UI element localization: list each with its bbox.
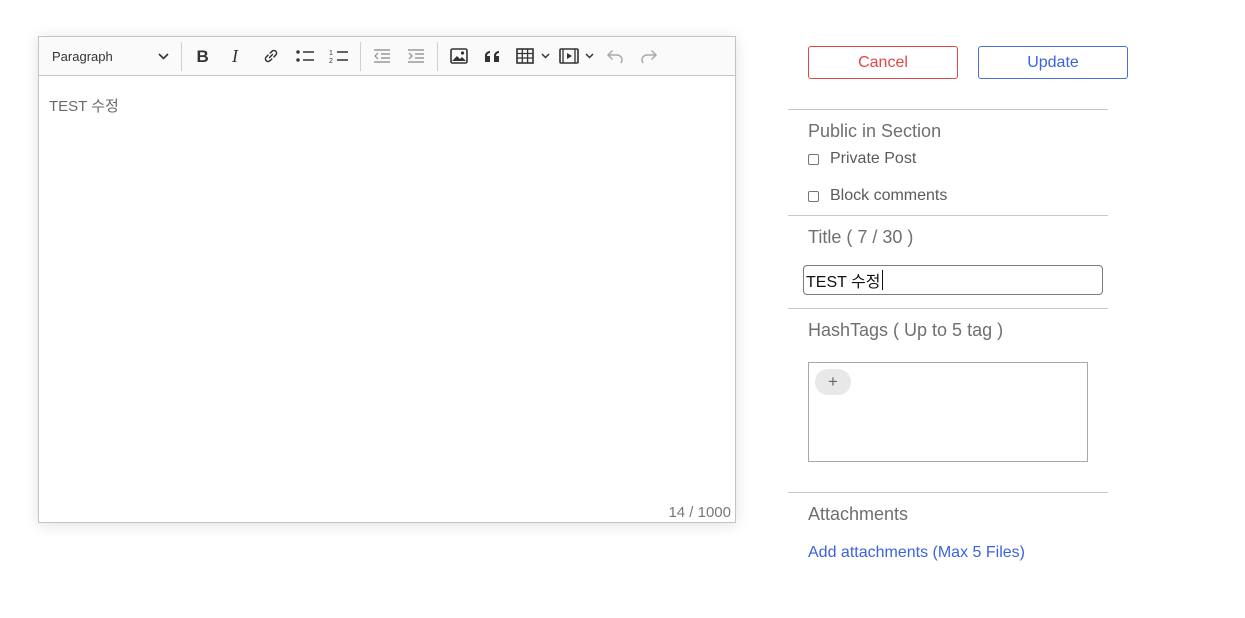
link-icon (264, 49, 278, 63)
outdent-button[interactable] (367, 41, 397, 71)
block-format-label: Paragraph (52, 48, 113, 64)
svg-text:1: 1 (329, 50, 333, 57)
character-counter: 14 / 1000 (668, 504, 731, 521)
chevron-down-icon (540, 53, 550, 59)
svg-text:B: B (197, 47, 209, 66)
title-label: Title ( 7 / 30 ) (808, 227, 914, 247)
toolbar-divider (360, 41, 361, 71)
title-input-value: TEST 수정 (806, 274, 881, 291)
image-icon (450, 48, 468, 64)
private-post-label: Private Post (830, 150, 917, 167)
insert-image-button[interactable] (444, 41, 474, 71)
insert-table-button[interactable] (512, 41, 552, 71)
undo-icon (606, 50, 623, 63)
editor-toolbar: Paragraph B I 12 (39, 37, 735, 76)
table-button[interactable] (512, 41, 538, 71)
bulleted-list-button[interactable] (290, 41, 320, 71)
table-icon (516, 48, 534, 64)
hashtags-label: HashTags ( Up to 5 tag ) (808, 320, 1004, 340)
redo-icon (641, 50, 658, 63)
outdent-icon (374, 49, 390, 63)
bold-icon: B (197, 47, 209, 66)
chevron-down-icon (584, 53, 594, 59)
numbered-list-icon: 12 (329, 50, 348, 65)
block-comments-option[interactable]: Block comments (808, 187, 947, 205)
media-icon (559, 48, 579, 64)
add-attachments-link[interactable]: Add attachments (Max 5 Files) (808, 544, 1025, 562)
rich-text-editor: Paragraph B I 12 TEST 수정 14 / 1000 (38, 36, 736, 523)
block-format-dropdown[interactable]: Paragraph (45, 41, 177, 71)
visibility-heading: Public in Section (808, 121, 942, 141)
italic-button[interactable]: I (222, 41, 252, 71)
toolbar-divider (437, 41, 438, 71)
title-input[interactable]: TEST 수정 (803, 265, 1103, 295)
editor-content-area[interactable]: TEST 수정 (39, 76, 735, 135)
blockquote-button[interactable] (478, 41, 508, 71)
indent-icon (408, 49, 424, 63)
svg-text:2: 2 (329, 58, 333, 65)
editor-content-text: TEST 수정 (49, 98, 119, 115)
chevron-down-icon (158, 52, 169, 60)
add-hashtag-button[interactable]: + (815, 369, 851, 395)
divider (788, 109, 1108, 110)
bold-button[interactable]: B (188, 41, 218, 71)
divider (788, 308, 1108, 309)
attachments-label: Attachments (808, 504, 909, 524)
block-comments-label: Block comments (830, 187, 948, 204)
private-post-checkbox[interactable] (808, 153, 819, 165)
media-button[interactable] (556, 41, 582, 71)
undo-button[interactable] (600, 41, 630, 71)
divider (788, 492, 1108, 493)
indent-button[interactable] (401, 41, 431, 71)
insert-media-button[interactable] (556, 41, 596, 71)
table-dropdown-arrow[interactable] (538, 41, 552, 71)
bulleted-list-icon (296, 50, 314, 62)
svg-text:I: I (231, 46, 239, 66)
divider (788, 215, 1108, 216)
media-dropdown-arrow[interactable] (582, 41, 596, 71)
numbered-list-button[interactable]: 12 (324, 41, 354, 71)
block-comments-checkbox[interactable] (808, 190, 819, 202)
update-button[interactable]: Update (978, 46, 1128, 79)
italic-icon: I (231, 46, 239, 66)
blockquote-icon (484, 50, 499, 62)
cancel-button[interactable]: Cancel (808, 46, 958, 79)
text-caret (881, 270, 883, 290)
private-post-option[interactable]: Private Post (808, 150, 916, 168)
redo-button[interactable] (634, 41, 664, 71)
link-button[interactable] (256, 41, 286, 71)
hashtag-box[interactable]: + (808, 362, 1088, 462)
toolbar-divider (181, 41, 182, 71)
